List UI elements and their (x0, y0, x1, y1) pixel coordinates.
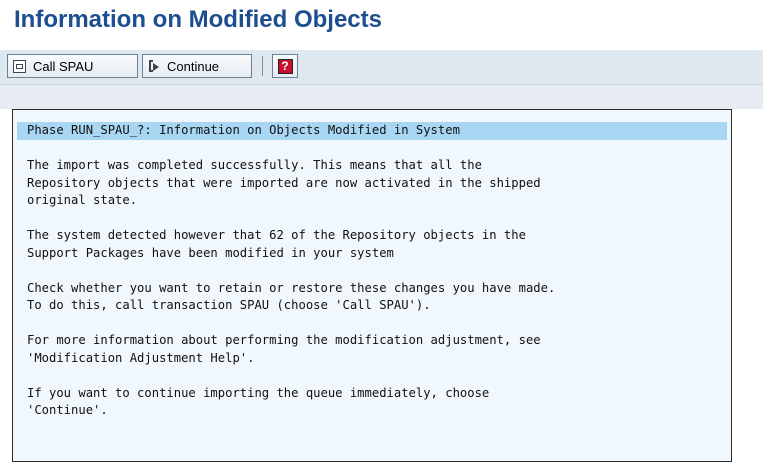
message-line: Support Packages have been modified in y… (27, 245, 394, 260)
message-line (17, 140, 727, 158)
message-line: original state. (27, 193, 138, 207)
message-line: 'Modification Adjustment Help'. (27, 350, 255, 365)
message-line: If you want to continue importing the qu… (27, 385, 490, 400)
message-line (17, 367, 727, 385)
message-line: 'Continue'. (27, 403, 108, 417)
message-line (17, 262, 727, 280)
application-toolbar: Call SPAU Continue ? (0, 50, 763, 85)
call-spau-button[interactable]: Call SPAU (7, 54, 138, 78)
window-icon (13, 59, 26, 73)
continue-label: Continue (167, 58, 220, 74)
message-line (17, 315, 727, 333)
message-line: The import was completed successfully. T… (27, 158, 482, 172)
content-area-background (0, 85, 763, 109)
message-line (17, 210, 727, 228)
continue-button[interactable]: Continue (142, 54, 252, 78)
message-line: To do this, call transaction SPAU (choos… (27, 298, 431, 312)
message-line-heading: Phase RUN_SPAU_?: Information on Objects… (17, 122, 727, 140)
bottom-strip (0, 462, 763, 472)
continue-arrow-icon (148, 59, 161, 74)
message-line: For more information about performing th… (27, 333, 541, 347)
message-line: Repository objects that were imported ar… (27, 175, 541, 190)
message-line: The system detected however that 62 of t… (27, 228, 526, 242)
message-line: Check whether you want to retain or rest… (27, 280, 556, 295)
message-panel: Phase RUN_SPAU_?: Information on Objects… (12, 109, 732, 462)
toolbar-separator (262, 56, 263, 76)
title-bar: Information on Modified Objects (0, 0, 763, 44)
help-button[interactable]: ? (272, 54, 298, 78)
page-title: Information on Modified Objects (14, 6, 382, 33)
help-icon: ? (277, 58, 293, 74)
call-spau-label: Call SPAU (33, 58, 94, 74)
message-text: Phase RUN_SPAU_?: Information on Objects… (17, 122, 727, 420)
